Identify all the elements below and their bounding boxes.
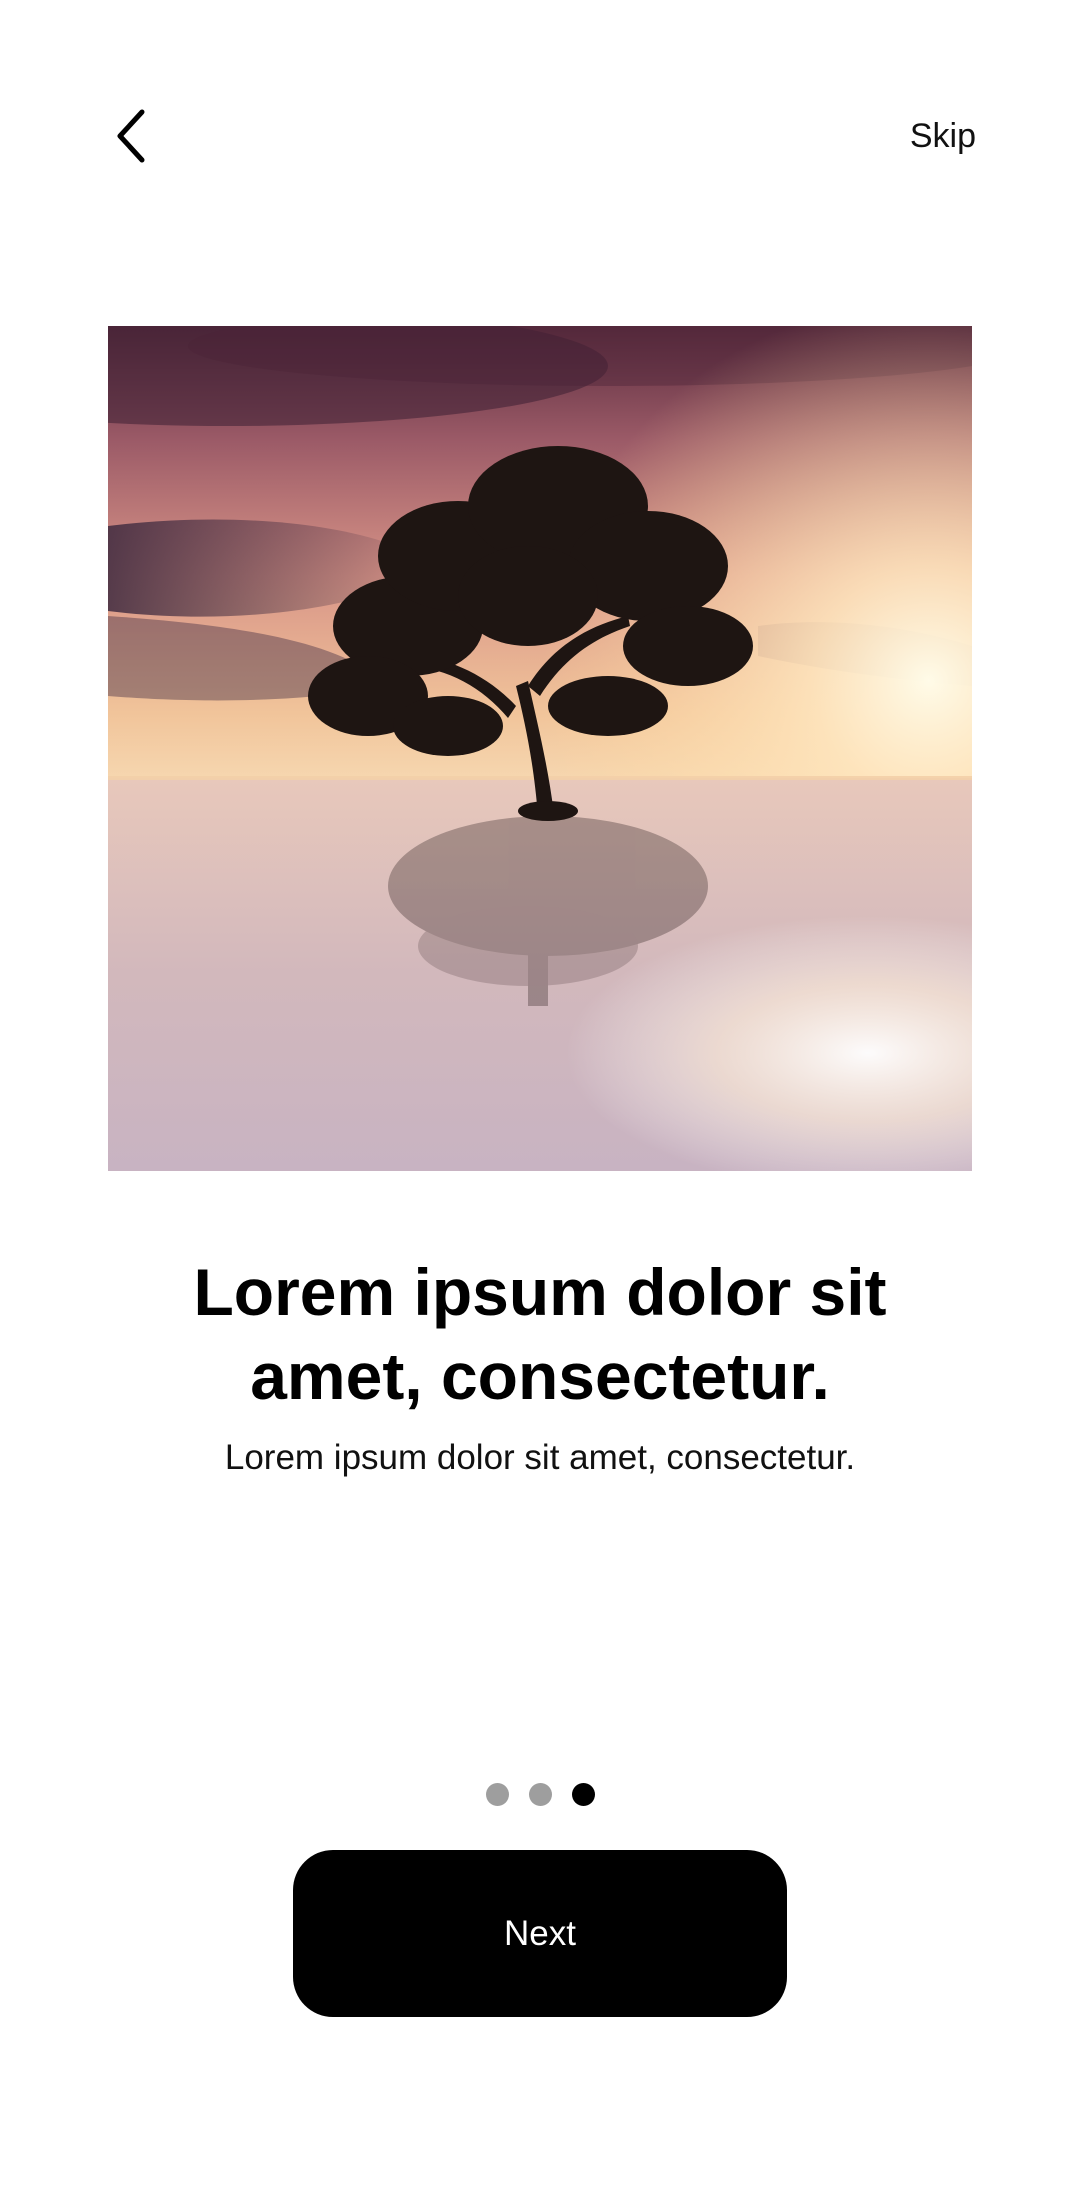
- page-title: Lorem ipsum dolor sit amet, consectetur.: [193, 1255, 887, 1413]
- page-dot-3-active[interactable]: [571, 1783, 595, 1806]
- chevron-left-icon: [117, 109, 145, 163]
- page-dot-1[interactable]: [485, 1783, 509, 1806]
- page-indicator: [0, 1783, 1080, 1809]
- sunset-tree-illustration: [108, 326, 972, 1171]
- top-bar: Skip: [0, 0, 1080, 290]
- skip-button[interactable]: Skip: [910, 116, 976, 156]
- hero-image: [108, 326, 972, 1171]
- back-button[interactable]: [96, 100, 168, 172]
- onboarding-screen: Skip Lorem ipsum dolor sit amet, consect…: [0, 0, 1080, 2187]
- page-subtitle: Lorem ipsum dolor sit amet, consectetur.: [224, 1438, 856, 1477]
- next-button[interactable]: Next: [293, 1850, 787, 2017]
- page-dot-2[interactable]: [528, 1783, 552, 1806]
